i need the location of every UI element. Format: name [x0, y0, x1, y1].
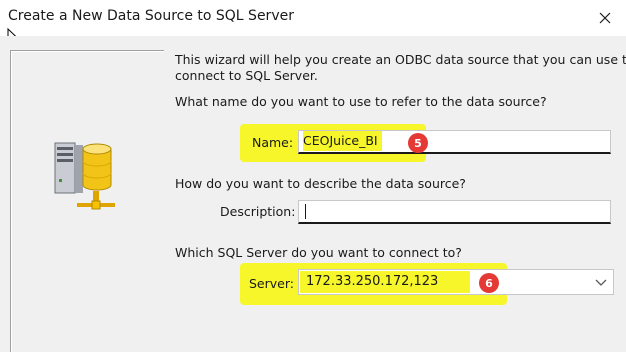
description-label: Description: [220, 204, 296, 219]
close-button[interactable] [592, 6, 618, 30]
name-input[interactable]: CEOJuice_BI [298, 130, 611, 154]
wizard-side-panel [10, 50, 164, 352]
server-combobox-value: 172.33.250.172,123 [300, 271, 470, 293]
chevron-down-icon[interactable] [595, 277, 607, 287]
database-server-icon [54, 142, 115, 210]
window-title: Create a New Data Source to SQL Server [8, 8, 294, 24]
name-label: Name: [252, 135, 294, 150]
title-bar: Create a New Data Source to SQL Server [0, 0, 626, 36]
close-icon [599, 12, 611, 24]
description-question: How do you want to describe the data sou… [175, 176, 466, 191]
intro-line-2: connect to SQL Server. [175, 68, 318, 83]
intro-line-1: This wizard will help you create an ODBC… [175, 52, 626, 67]
description-input[interactable] [298, 200, 611, 224]
name-question: What name do you want to use to refer to… [175, 94, 547, 109]
text-caret [305, 204, 306, 219]
step-badge-5: 5 [408, 133, 428, 153]
name-input-value: CEOJuice_BI [303, 131, 382, 151]
server-question: Which SQL Server do you want to connect … [175, 245, 462, 260]
server-combobox[interactable]: 172.33.250.172,123 [298, 269, 614, 295]
step-badge-6: 6 [479, 273, 499, 293]
server-label: Server: [249, 276, 294, 291]
